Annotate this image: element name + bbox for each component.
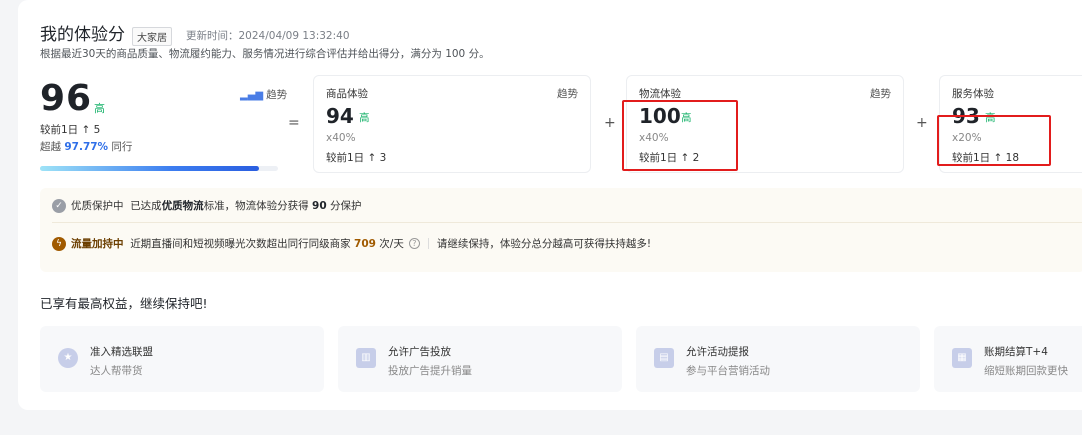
update-time: 更新时间：2024/04/09 13:32:40 xyxy=(186,30,350,42)
quality-badge: 优质保护中 xyxy=(71,200,124,212)
total-score: 96 xyxy=(40,78,93,119)
highlight-box-logistics xyxy=(622,100,738,171)
total-compare: 较前1日 ↑ 5 xyxy=(40,124,101,136)
beat-suffix: 同行 xyxy=(111,141,133,153)
protection-notice-panel: ✓ 优质保护中 已达成 优质物流 标准，物流体验分获得 90 分保护 ϟ 流量加… xyxy=(40,188,1082,272)
total-level-badge: 高 xyxy=(94,102,105,115)
metric-compare: 较前1日 ↑ 3 xyxy=(326,152,387,164)
quality-standard: 优质物流 xyxy=(161,200,204,212)
star-badge-icon: ★ xyxy=(58,348,78,368)
score-progress-bar xyxy=(40,166,278,171)
metric-trend-link[interactable]: 趋势 xyxy=(557,86,578,101)
total-trend-label: 趋势 xyxy=(266,89,288,101)
traffic-text-3: 请继续保持，体验分总分越高可获得扶持越多! xyxy=(436,238,652,250)
page-title: 我的体验分 xyxy=(40,25,125,45)
perk-item: ▥ 允许广告投放 投放广告提升销量 xyxy=(338,326,622,392)
traffic-badge: 流量加持中 xyxy=(71,238,124,250)
perk-item: ★ 准入精选联盟 达人帮带货 xyxy=(40,326,324,392)
document-flag-icon: ▤ xyxy=(654,348,674,368)
metric-name: 服务体验 xyxy=(952,88,994,100)
traffic-text-1: 近期直播间和短视频曝光次数超出同行同级商家 xyxy=(130,238,351,250)
lightning-icon: ϟ xyxy=(52,236,66,251)
metric-trend-link[interactable]: 趋势 xyxy=(870,86,891,101)
perk-item: ▤ 允许活动提报 参与平台营销活动 xyxy=(636,326,920,392)
category-tag: 大家居 xyxy=(132,27,172,46)
quality-protection-row: ✓ 优质保护中 已达成 优质物流 标准，物流体验分获得 90 分保护 xyxy=(52,198,362,213)
metric-score: 94 xyxy=(326,104,354,128)
quality-text-3: 分保护 xyxy=(330,200,362,212)
perk-desc: 达人帮带货 xyxy=(90,365,143,377)
perk-desc: 缩短账期回款更快 xyxy=(984,365,1068,377)
perk-desc: 参与平台营销活动 xyxy=(686,365,770,377)
notice-divider xyxy=(52,222,1082,223)
total-trend-link[interactable]: ▂▄▆ 趋势 xyxy=(240,87,287,102)
trend-chart-icon: ▂▄▆ xyxy=(240,90,264,101)
metric-name: 物流体验 xyxy=(639,88,681,100)
traffic-count: 709 xyxy=(354,237,376,250)
total-beat: 超越 97.77% 同行 xyxy=(40,139,132,154)
metric-level-badge: 高 xyxy=(359,112,370,124)
perks-title: 已享有最高权益，继续保持吧! xyxy=(40,296,208,311)
perk-desc: 投放广告提升销量 xyxy=(388,365,472,377)
separator xyxy=(427,238,429,249)
highlight-box-service xyxy=(937,115,1051,166)
perk-item: ▦ 账期结算T+4 缩短账期回款更快 xyxy=(934,326,1082,392)
perk-name: 允许广告投放 xyxy=(388,346,451,358)
quality-text-2: 标准，物流体验分获得 xyxy=(203,200,309,212)
shield-check-icon: ✓ xyxy=(52,198,66,213)
traffic-text-2: 次/天 xyxy=(379,238,404,250)
quality-text-1: 已达成 xyxy=(130,200,162,212)
ad-chart-icon: ▥ xyxy=(356,348,376,368)
perk-name: 账期结算T+4 xyxy=(984,346,1048,358)
equals-sign: = xyxy=(288,115,300,131)
plus-sign-1: + xyxy=(604,115,616,131)
metric-weight: x40% xyxy=(326,132,356,144)
metric-name: 商品体验 xyxy=(326,88,368,100)
quality-protect-score: 90 xyxy=(312,199,327,212)
score-description: 根据最近30天的商品质量、物流履约能力、服务情况进行综合评估并给出得分，满分为 … xyxy=(40,48,490,60)
traffic-boost-row: ϟ 流量加持中 近期直播间和短视频曝光次数超出同行同级商家 709 次/天 ? … xyxy=(52,236,651,251)
perk-name: 允许活动提报 xyxy=(686,346,749,358)
perk-name: 准入精选联盟 xyxy=(90,346,153,358)
calendar-icon: ▦ xyxy=(952,348,972,368)
score-progress-fill xyxy=(40,166,259,171)
beat-percent: 97.77% xyxy=(64,141,109,153)
metric-card-product[interactable]: 商品体验 趋势 94 高 x40% 较前1日 ↑ 3 xyxy=(313,75,591,173)
help-icon[interactable]: ? xyxy=(408,238,420,249)
plus-sign-2: + xyxy=(916,115,928,131)
beat-prefix: 超越 xyxy=(40,141,61,153)
